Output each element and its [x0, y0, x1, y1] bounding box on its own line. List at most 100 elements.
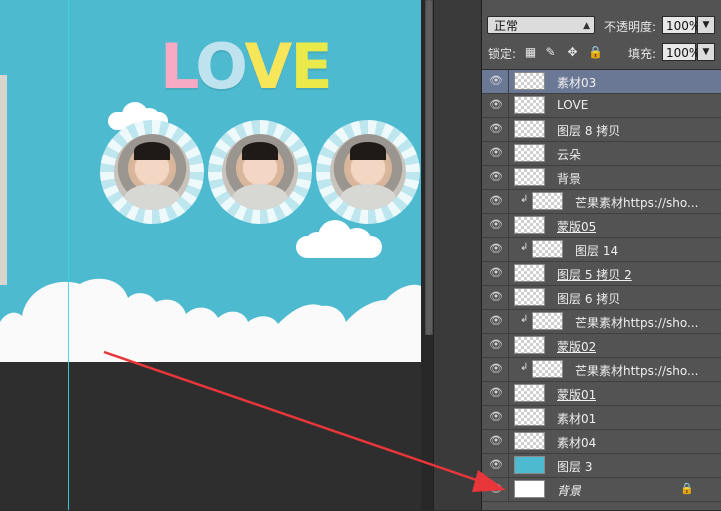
layer-row[interactable]: 👁 ↲ 芒果素材https://sho... [482, 190, 721, 214]
layer-thumbnail[interactable] [532, 360, 563, 378]
layer-name[interactable]: LOVE [557, 98, 588, 112]
eye-icon[interactable]: 👁 [489, 267, 503, 279]
layer-row[interactable]: 👁 素材04 [482, 430, 721, 454]
opacity-input[interactable]: 100% [662, 16, 700, 34]
photo-strip-image [0, 75, 7, 285]
layer-thumbnail[interactable] [532, 192, 563, 210]
eye-icon[interactable]: 👁 [489, 243, 503, 255]
eye-icon[interactable]: 👁 [489, 435, 503, 447]
layer-row[interactable]: 👁 背景 🔒 [482, 478, 721, 502]
layer-row[interactable]: 👁 蒙版05 [482, 214, 721, 238]
layer-row[interactable]: 👁 蒙版01 [482, 382, 721, 406]
eye-separator [508, 238, 509, 261]
lock-move-icon[interactable]: ✥ [566, 46, 579, 59]
layer-row[interactable]: 👁 云朵 [482, 142, 721, 166]
eye-separator [508, 166, 509, 189]
layer-name[interactable]: 图层 8 拷贝 [557, 122, 620, 139]
eye-icon[interactable]: 👁 [489, 387, 503, 399]
layer-row[interactable]: 👁 LOVE [482, 94, 721, 118]
bottom-cloud-band [0, 278, 421, 362]
eye-icon[interactable]: 👁 [489, 363, 503, 375]
layer-name[interactable]: 素材04 [557, 434, 596, 451]
layer-row[interactable]: 👁 图层 6 拷贝 [482, 286, 721, 310]
eye-separator [508, 358, 509, 381]
scrollbar-thumb[interactable] [426, 0, 432, 335]
layer-thumbnail[interactable] [514, 456, 545, 474]
layer-thumbnail[interactable] [532, 312, 563, 330]
eye-icon[interactable]: 👁 [489, 411, 503, 423]
layer-thumbnail[interactable] [532, 240, 563, 258]
opacity-dropdown-button[interactable]: ▼ [697, 16, 715, 34]
layer-name[interactable]: 蒙版02 [557, 338, 596, 355]
lock-brush-icon[interactable]: ✎ [544, 46, 557, 59]
guide-line[interactable] [68, 0, 69, 510]
layer-name[interactable]: 芒果素材https://sho... [575, 314, 698, 331]
layer-row[interactable]: 👁 ↲ 芒果素材https://sho... [482, 310, 721, 334]
layer-row[interactable]: 👁 素材01 [482, 406, 721, 430]
eye-icon[interactable]: 👁 [489, 99, 503, 111]
layer-thumbnail[interactable] [514, 216, 545, 234]
layer-row[interactable]: 👁 图层 3 [482, 454, 721, 478]
layer-name[interactable]: 背景 [557, 482, 581, 499]
layer-name[interactable]: 图层 3 [557, 458, 592, 475]
fill-input[interactable]: 100% [662, 43, 700, 61]
layer-thumbnail[interactable] [514, 336, 545, 354]
layer-name[interactable]: 素材01 [557, 410, 596, 427]
layer-thumbnail[interactable] [514, 264, 545, 282]
layer-thumbnail[interactable] [514, 288, 545, 306]
love-letter-l: L [160, 30, 197, 103]
layer-thumbnail[interactable] [514, 144, 545, 162]
eye-icon[interactable]: 👁 [489, 315, 503, 327]
eye-icon[interactable]: 👁 [489, 75, 503, 87]
layer-name[interactable]: 背景 [557, 170, 581, 187]
eye-icon[interactable]: 👁 [489, 339, 503, 351]
layer-name[interactable]: 芒果素材https://sho... [575, 362, 698, 379]
layer-row[interactable]: 👁 ↲ 芒果素材https://sho... [482, 358, 721, 382]
blend-mode-select[interactable]: 正常 ▲ [487, 16, 595, 34]
layer-row[interactable]: 👁 图层 8 拷贝 [482, 118, 721, 142]
eye-icon[interactable]: 👁 [489, 219, 503, 231]
layer-name[interactable]: 素材03 [557, 74, 596, 91]
document-canvas[interactable]: LOVE [0, 0, 421, 362]
fill-dropdown-button[interactable]: ▼ [697, 43, 715, 61]
layer-thumbnail[interactable] [514, 432, 545, 450]
eye-icon[interactable]: 👁 [489, 291, 503, 303]
clipping-arrow-icon: ↲ [520, 362, 529, 373]
eye-separator [508, 334, 509, 357]
layer-thumbnail[interactable] [514, 72, 545, 90]
clipping-arrow-icon: ↲ [520, 194, 529, 205]
layer-thumbnail[interactable] [514, 408, 545, 426]
layer-name[interactable]: 云朵 [557, 146, 581, 163]
layer-thumbnail[interactable] [514, 120, 545, 138]
layer-name[interactable]: 图层 14 [575, 242, 618, 259]
eye-separator [508, 478, 509, 501]
layer-thumbnail[interactable] [514, 168, 545, 186]
layer-name[interactable]: 图层 6 拷贝 [557, 290, 620, 307]
canvas-area[interactable]: LOVE [0, 0, 440, 510]
layer-row[interactable]: 👁 图层 5 拷贝 2 [482, 262, 721, 286]
layer-name[interactable]: 蒙版05 [557, 218, 596, 235]
eye-separator [508, 214, 509, 237]
layer-thumbnail[interactable] [514, 384, 545, 402]
layer-thumbnail[interactable] [514, 480, 545, 498]
fill-label: 填充: [628, 47, 657, 61]
eye-icon[interactable]: 👁 [489, 147, 503, 159]
layer-row[interactable]: 👁 背景 [482, 166, 721, 190]
layer-name[interactable]: 图层 5 拷贝 2 [557, 266, 632, 283]
eye-icon[interactable]: 👁 [489, 459, 503, 471]
eye-icon[interactable]: 👁 [489, 195, 503, 207]
layer-row[interactable]: 👁 素材03 [482, 70, 721, 94]
layer-row[interactable]: 👁 蒙版02 [482, 334, 721, 358]
lock-all-icon[interactable]: 🔒 [588, 46, 603, 59]
baby-photo-frame [100, 120, 204, 224]
layer-row[interactable]: 👁 ↲ 图层 14 [482, 238, 721, 262]
love-letter-v: V [244, 30, 292, 103]
lock-transparency-icon[interactable]: ▦ [524, 46, 537, 59]
eye-icon[interactable]: 👁 [489, 483, 503, 495]
layer-name[interactable]: 芒果素材https://sho... [575, 194, 698, 211]
layer-filter-toolbar [482, 0, 721, 2]
eye-icon[interactable]: 👁 [489, 123, 503, 135]
eye-icon[interactable]: 👁 [489, 171, 503, 183]
layer-name[interactable]: 蒙版01 [557, 386, 596, 403]
layer-thumbnail[interactable] [514, 96, 545, 114]
